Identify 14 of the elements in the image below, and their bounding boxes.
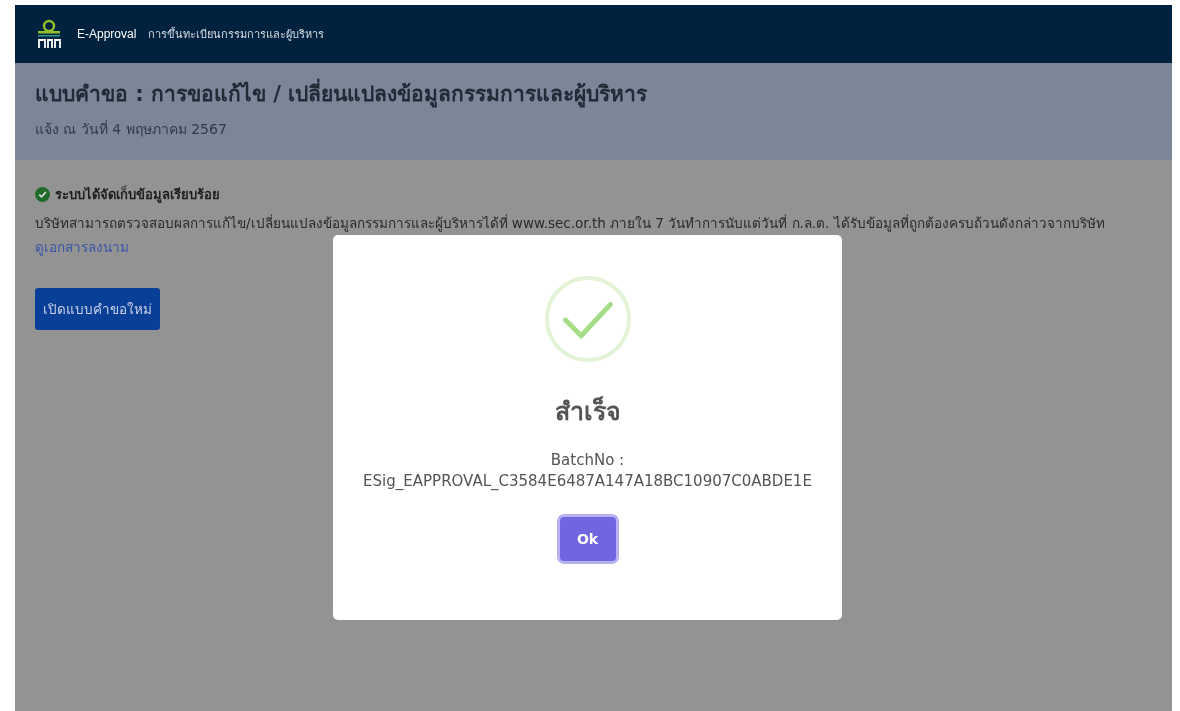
batch-number: ESig_EAPPROVAL_C3584E6487A147A18BC10907C0ABDE1E [362,471,813,492]
notice-text: บริษัทสามารถตรวจสอบผลการแก้ไข/เปลี่ยนแปลงข้อมูลกรรมการและผู้บริหารได้ที่ www.sec.or.th ภายใน 7 วันทำการนับแต่วันที่ ก.ล.ต. ได้รับข้อมูลที่ถูกต้องครบถ้วนดังกล่าวจากบริษัท [35,213,1105,234]
app-name[interactable]: E-Approval [77,27,137,41]
new-request-button[interactable]: เปิดแบบคำขอใหม่ [35,288,160,330]
check-circle-icon [543,275,632,363]
dialog-title: สำเร็จ [554,395,621,428]
logo-icon [35,19,63,49]
notice-heading: ระบบได้จัดเก็บข้อมูลเรียบร้อย [55,184,220,205]
section-link[interactable]: การขึ้นทะเบียนกรรมการและผู้บริหาร [148,25,325,43]
page-subtitle: แจ้ง ณ วันที่ 4 พฤษภาคม 2567 [35,119,228,139]
batch-label: BatchNo : [550,451,625,469]
page-title: แบบคำขอ : การขอแก้ไข / เปลี่ยนแปลงข้อมูลกรรมการและผู้บริหาร [35,77,1152,110]
check-circle-icon [35,187,50,202]
ok-button[interactable]: Ok [559,517,616,561]
